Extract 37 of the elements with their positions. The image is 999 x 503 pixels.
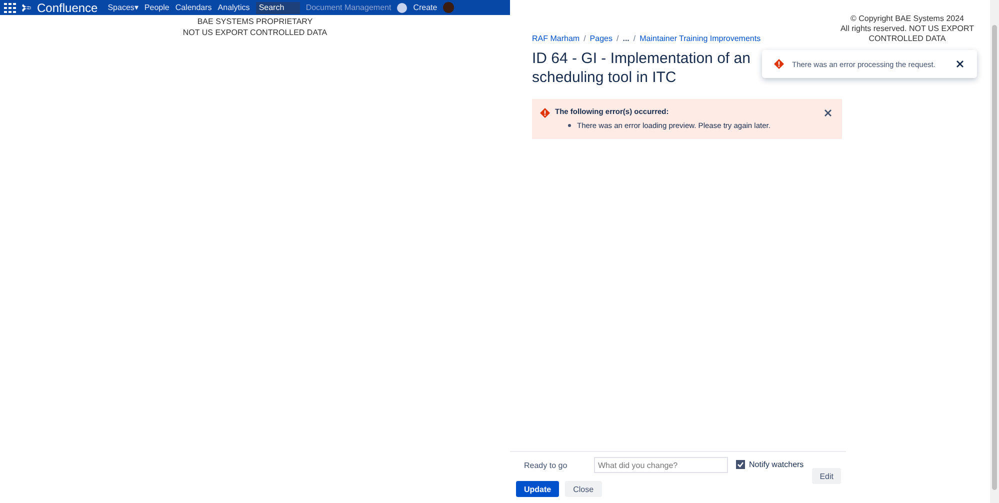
status-text: Ready to go xyxy=(523,460,568,470)
close-icon[interactable] xyxy=(824,109,832,117)
close-icon[interactable] xyxy=(956,60,964,68)
breadcrumb-separator: / xyxy=(633,34,636,43)
classification-label: NOT US EXPORT CONTROLLED DATA xyxy=(182,27,328,38)
breadcrumb-link[interactable]: RAF Marham xyxy=(532,34,580,43)
nav-item[interactable]: Analytics xyxy=(218,3,250,12)
notify-label: Notify watchers xyxy=(749,460,804,469)
create-button[interactable]: Create xyxy=(413,3,438,12)
comment-field[interactable]: What did you change? xyxy=(594,457,728,473)
app-switcher-icon[interactable] xyxy=(4,2,16,12)
breadcrumb-link[interactable]: Pages xyxy=(590,34,612,43)
search-field[interactable]: Search xyxy=(256,2,300,14)
bullet-icon xyxy=(568,124,571,127)
notify-checkbox[interactable] xyxy=(736,460,745,469)
breadcrumb-separator: / xyxy=(616,34,619,43)
scrollbar[interactable] xyxy=(990,0,999,503)
edit-button[interactable]: Edit xyxy=(812,468,842,484)
breadcrumb-link[interactable]: Maintainer Training Improvements xyxy=(640,34,761,43)
confluence-logo[interactable]: Confluence xyxy=(37,0,98,14)
copyright-text: © Copyright BAE Systems 2024 xyxy=(850,14,964,24)
nav-item[interactable]: Spaces▾ xyxy=(108,3,138,12)
scrollbar-thumb[interactable] xyxy=(992,25,997,490)
page-title: ID 64 - GI - Implementation of an scheduling tool in ITC xyxy=(532,49,752,87)
breadcrumb-link[interactable]: ... xyxy=(622,34,630,43)
error-icon xyxy=(540,108,550,118)
logo-icon xyxy=(22,4,31,12)
classification-label: BAE SYSTEMS PROPRIETARY xyxy=(197,16,313,27)
close-button[interactable]: Close xyxy=(565,481,602,497)
copyright-text: CONTROLLED DATA xyxy=(868,34,946,44)
update-button[interactable]: Update xyxy=(516,481,560,497)
copyright-text: All rights reserved. NOT US EXPORT xyxy=(840,24,974,34)
nav-item[interactable]: People xyxy=(144,3,170,12)
nav-item[interactable]: Calendars xyxy=(175,3,212,12)
nav-item[interactable]: Document Management xyxy=(306,3,392,12)
breadcrumb-separator: / xyxy=(584,34,586,43)
error-icon xyxy=(774,59,784,69)
